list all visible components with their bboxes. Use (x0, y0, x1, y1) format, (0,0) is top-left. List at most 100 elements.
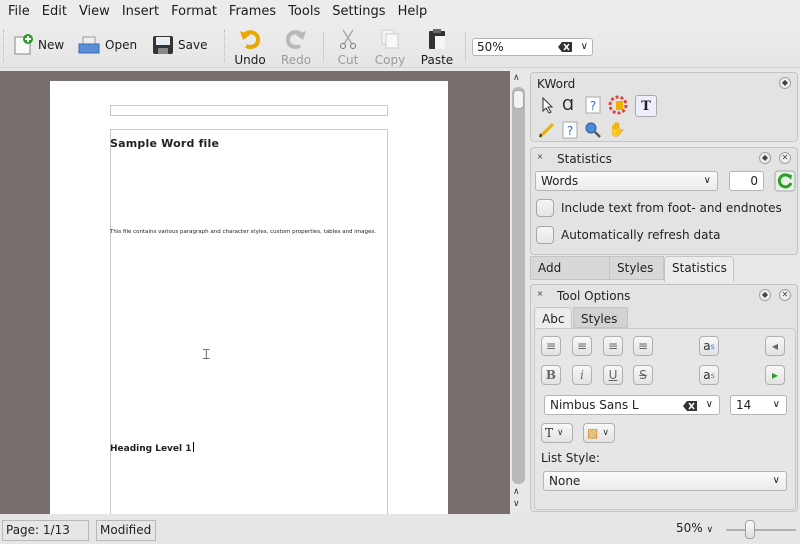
menu-view[interactable]: View (73, 1, 116, 23)
scroll-thumb[interactable] (513, 90, 524, 109)
document-paragraph[interactable]: This file contains various paragraph and… (110, 229, 388, 236)
status-zoom-combo[interactable]: 50% ∨ (676, 521, 713, 535)
clear-icon[interactable] (558, 41, 572, 53)
close-icon[interactable]: ✕ (779, 289, 791, 301)
chevron-down-icon: ∨ (772, 399, 780, 410)
copy-button[interactable]: Copy (368, 28, 412, 68)
float-icon[interactable]: ◆ (759, 152, 771, 164)
modified-indicator: Modified (96, 520, 156, 541)
paste-button[interactable]: Paste (415, 28, 459, 68)
svg-text:?: ? (567, 124, 573, 138)
zoom-combo[interactable]: 50% ∨ (472, 38, 593, 56)
header-frame[interactable] (110, 105, 388, 116)
tool-options-title: Tool Options (557, 289, 631, 303)
list-style-select[interactable]: None ∨ (543, 471, 787, 491)
menu-insert[interactable]: Insert (116, 1, 165, 23)
statistics-count: 0 (729, 171, 764, 191)
increase-indent-button[interactable]: ▸ (765, 365, 785, 385)
auto-refresh-checkbox[interactable] (536, 226, 554, 244)
toolbar-separator (323, 32, 324, 62)
strikethrough-button[interactable]: S (633, 365, 653, 385)
menu-file[interactable]: File (2, 1, 36, 23)
save-disk-icon (153, 36, 173, 54)
include-footnotes-checkbox[interactable] (536, 199, 554, 217)
save-button[interactable]: Save (152, 30, 207, 60)
list-style-label: List Style: (541, 451, 600, 465)
tool-options-panel: ⨯ Tool Options ◆ ✕ Abc Styles ≡ ≡ ≡ ≡ as… (530, 284, 798, 512)
open-button[interactable]: Open (78, 30, 137, 60)
text-frame[interactable] (110, 129, 388, 529)
collapse-icon[interactable]: ⨯ (534, 152, 546, 164)
text-color-button[interactable]: T ∨ (541, 423, 573, 443)
text-tool-icon[interactable]: T (635, 95, 657, 117)
main-toolbar: New Open Save Undo Redo Cut Copy Paste (0, 24, 800, 68)
new-document-icon (14, 34, 33, 55)
toolbar-grip[interactable] (3, 30, 6, 62)
underline-button[interactable]: U (603, 365, 623, 385)
select-tool-icon[interactable] (537, 95, 557, 115)
pan-tool-icon[interactable]: ✋ (607, 120, 627, 140)
tab-styles[interactable]: Styles (609, 256, 664, 280)
document-page[interactable]: Sample Word file This file contains vari… (50, 81, 448, 529)
scroll-down-icon[interactable]: ∨ (513, 499, 520, 509)
background-color-button[interactable]: ▧ ∨ (583, 423, 615, 443)
tab-tool-styles[interactable]: Styles (573, 307, 628, 328)
color-picker-icon[interactable] (608, 95, 628, 115)
undo-button[interactable]: Undo (228, 28, 272, 68)
document-canvas[interactable]: Sample Word file This file contains vari… (0, 71, 510, 529)
dock-tabs: Add Shape Styles Statistics (528, 256, 800, 297)
tab-statistics[interactable]: Statistics (664, 256, 734, 282)
chevron-down-icon: ∨ (703, 175, 711, 186)
menu-edit[interactable]: Edit (36, 1, 73, 23)
superscript-button[interactable]: as (699, 336, 719, 356)
decrease-indent-button[interactable]: ◂ (765, 336, 785, 356)
close-icon[interactable]: ✕ (779, 152, 791, 164)
tab-abc[interactable]: Abc (534, 307, 572, 329)
statistics-panel-title: Statistics (557, 152, 612, 166)
refresh-icon[interactable] (774, 170, 796, 192)
auto-refresh-label: Automatically refresh data (561, 228, 721, 242)
menu-frames[interactable]: Frames (223, 1, 282, 23)
zoom-slider-track[interactable] (726, 529, 796, 531)
italic-button[interactable]: i (572, 365, 592, 385)
menu-tools[interactable]: Tools (282, 1, 326, 23)
chevron-down-icon[interactable]: ∨ (581, 39, 588, 55)
scroll-up-icon[interactable]: ∧ (513, 73, 520, 83)
help-icon[interactable]: ? (583, 95, 603, 115)
clear-icon[interactable] (683, 400, 697, 412)
menu-format[interactable]: Format (165, 1, 223, 23)
path-tool-icon[interactable]: Ɑ (558, 95, 578, 115)
document-title[interactable]: Sample Word file (110, 137, 219, 150)
statistics-mode-select[interactable]: Words ∨ (535, 171, 718, 191)
subscript-button[interactable]: as (699, 365, 719, 385)
page-indicator: Page: 1/13 (2, 520, 89, 541)
menu-help[interactable]: Help (392, 1, 434, 23)
redo-button[interactable]: Redo (274, 28, 318, 68)
bold-button[interactable]: B (541, 365, 561, 385)
float-icon[interactable]: ◆ (779, 77, 791, 89)
zoom-tool-icon[interactable] (583, 120, 603, 140)
scroll-trough[interactable] (512, 87, 525, 484)
new-button[interactable]: New (12, 30, 64, 60)
vertical-scrollbar[interactable]: ∧ ∧ ∨ (510, 71, 528, 514)
tab-add-shape[interactable]: Add Shape (530, 256, 610, 297)
zoom-slider-handle[interactable] (745, 520, 756, 539)
text-caret (192, 442, 194, 452)
cut-button[interactable]: Cut (326, 28, 370, 68)
pencil-icon[interactable] (537, 120, 557, 140)
toolbar-grip[interactable] (224, 30, 227, 62)
align-center-button[interactable]: ≡ (572, 336, 592, 356)
menu-settings[interactable]: Settings (326, 1, 391, 23)
clipboard-icon (429, 29, 445, 49)
float-icon[interactable]: ◆ (759, 289, 771, 301)
font-size-combo[interactable]: 14 ∨ (730, 395, 787, 415)
collapse-icon[interactable]: ⨯ (534, 289, 546, 301)
help-icon[interactable]: ? (560, 120, 580, 140)
align-left-button[interactable]: ≡ (541, 336, 561, 356)
scroll-up-icon[interactable]: ∧ (513, 487, 520, 497)
document-heading[interactable]: Heading Level 1 (110, 442, 194, 454)
align-justify-button[interactable]: ≡ (633, 336, 653, 356)
align-right-button[interactable]: ≡ (603, 336, 623, 356)
copy-icon (381, 29, 399, 49)
font-family-combo[interactable]: Nimbus Sans L ∨ (544, 395, 720, 415)
